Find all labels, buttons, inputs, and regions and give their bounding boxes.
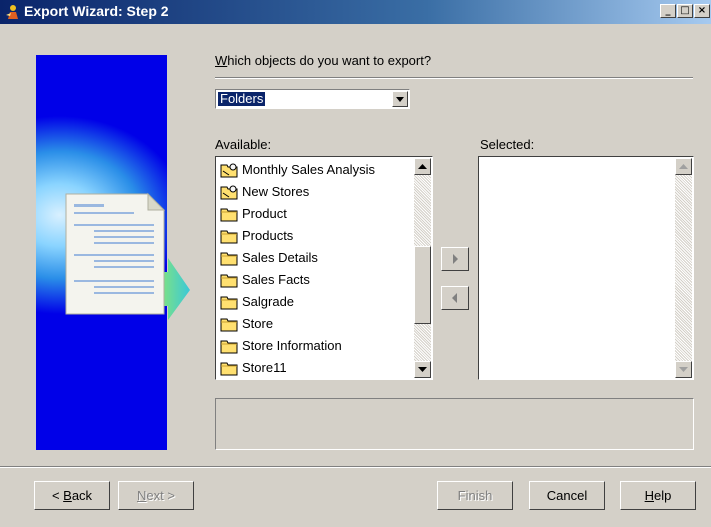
- header-separator: [215, 77, 693, 79]
- object-type-select[interactable]: Folders: [215, 89, 410, 109]
- question-text: hich objects do you want to export?: [227, 53, 432, 68]
- back-button[interactable]: < Back: [34, 481, 110, 510]
- available-label: Available:: [215, 137, 272, 152]
- list-item-label: Product: [242, 206, 287, 221]
- next-accel: N: [137, 488, 147, 503]
- list-item[interactable]: Sales Details: [218, 247, 410, 269]
- scroll-down-button[interactable]: [675, 361, 692, 378]
- description-panel: [215, 398, 694, 450]
- list-item-label: Monthly Sales Analysis: [242, 162, 375, 177]
- shared-folder-icon: [220, 184, 238, 200]
- arrow-down-icon: [679, 367, 688, 372]
- help-label: elp: [654, 488, 672, 503]
- list-item[interactable]: Products: [218, 225, 410, 247]
- folder-icon: [220, 294, 238, 310]
- list-item[interactable]: Product: [218, 203, 410, 225]
- back-accel: B: [63, 488, 72, 503]
- remove-from-selected-button[interactable]: [441, 286, 469, 310]
- arrow-down-icon: [418, 367, 427, 372]
- list-item[interactable]: Store Information: [218, 335, 410, 357]
- list-item-label: Salgrade: [242, 294, 295, 309]
- list-item[interactable]: Store11: [218, 357, 410, 379]
- title-bar[interactable]: Export Wizard: Step 2 _ □ ×: [0, 0, 711, 24]
- close-button[interactable]: ×: [694, 4, 710, 18]
- add-to-selected-button[interactable]: [441, 247, 469, 271]
- minimize-button[interactable]: _: [660, 4, 676, 18]
- available-items: Monthly Sales Analysis New Stores Product P…: [218, 159, 410, 379]
- cancel-button[interactable]: Cancel: [529, 481, 605, 510]
- arrow-up-icon: [418, 164, 427, 169]
- question-accel: W: [215, 53, 228, 68]
- scroll-thumb[interactable]: [414, 246, 431, 324]
- footer-separator: [0, 466, 711, 468]
- next-label: ext >: [146, 488, 175, 503]
- selected-label: Selected:: [480, 137, 535, 152]
- export-document-graphic: [65, 192, 190, 320]
- back-prefix: <: [51, 488, 64, 503]
- next-button[interactable]: Next >: [118, 481, 194, 510]
- list-item[interactable]: Store: [218, 313, 410, 335]
- list-item-label: New Stores: [242, 184, 310, 199]
- list-item-label: Sales Details: [242, 250, 318, 265]
- back-label: ack: [71, 488, 93, 503]
- list-item[interactable]: Sales Facts: [218, 269, 410, 291]
- list-item-label: Store: [242, 316, 274, 331]
- folder-icon: [220, 206, 238, 222]
- scroll-up-button[interactable]: [675, 158, 692, 175]
- window-title: Export Wizard: Step 2: [24, 3, 169, 19]
- list-item-label: Store11: [242, 360, 287, 375]
- folder-icon: [220, 316, 238, 332]
- folder-icon: [220, 272, 238, 288]
- arrow-up-icon: [679, 164, 688, 169]
- help-button[interactable]: Help: [620, 481, 696, 510]
- list-item-label: Sales Facts: [242, 272, 310, 287]
- list-item[interactable]: Monthly Sales Analysis: [218, 159, 410, 181]
- folder-icon: [220, 228, 238, 244]
- list-item-label: Store Information: [242, 338, 342, 353]
- scroll-down-button[interactable]: [414, 361, 431, 378]
- arrow-left-icon: [452, 293, 457, 303]
- export-wizard-window: Export Wizard: Step 2 _ □ × Which object…: [0, 0, 711, 527]
- selected-scrollbar[interactable]: [675, 158, 692, 378]
- list-item[interactable]: Salgrade: [218, 291, 410, 313]
- question-label: Which objects do you want to export?: [215, 53, 431, 68]
- folder-icon: [220, 338, 238, 354]
- chevron-down-icon: [396, 97, 404, 102]
- folder-icon: [220, 250, 238, 266]
- help-accel: H: [644, 488, 655, 503]
- list-item[interactable]: New Stores: [218, 181, 410, 203]
- wizard-icon: [6, 5, 18, 19]
- list-item-label: Products: [242, 228, 294, 243]
- maximize-button[interactable]: □: [677, 4, 693, 18]
- object-type-value: Folders: [218, 91, 266, 106]
- scroll-up-button[interactable]: [414, 158, 431, 175]
- finish-button[interactable]: Finish: [437, 481, 513, 510]
- available-list[interactable]: Monthly Sales Analysis New Stores Product P…: [215, 156, 433, 380]
- folder-icon: [220, 360, 238, 376]
- available-scrollbar[interactable]: [414, 158, 431, 378]
- arrow-right-icon: [453, 254, 458, 264]
- selected-list[interactable]: [478, 156, 694, 380]
- shared-folder-icon: [220, 162, 238, 178]
- dropdown-button[interactable]: [392, 91, 408, 107]
